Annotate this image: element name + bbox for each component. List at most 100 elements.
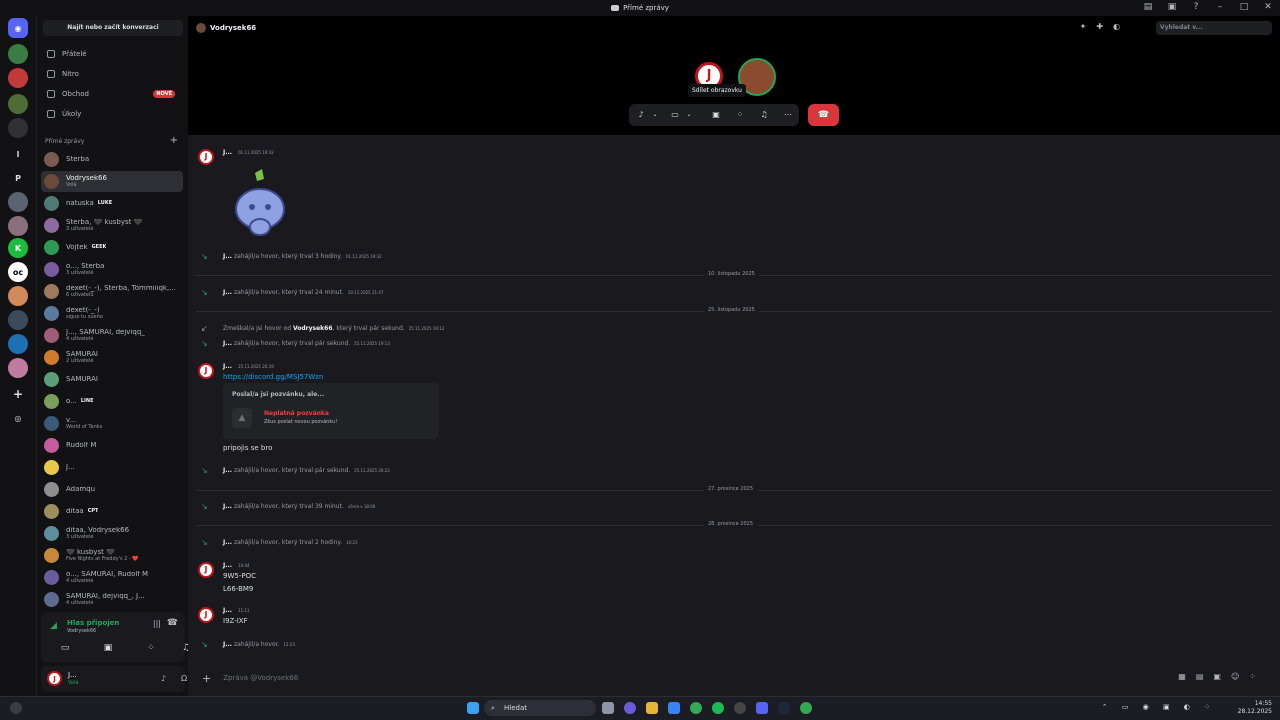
server-icon[interactable]: l (8, 144, 28, 164)
server-icon[interactable] (8, 192, 28, 212)
dm-item[interactable]: natuska LUKE (41, 193, 183, 214)
search-input[interactable]: Vyhledat v... (1156, 21, 1272, 35)
avatar[interactable]: J (198, 607, 214, 623)
store-icon[interactable] (668, 702, 680, 714)
voice-channel[interactable]: Vodrysek66 (67, 628, 96, 634)
spotify-icon[interactable] (712, 702, 724, 714)
explorer-icon[interactable] (646, 702, 658, 714)
message-author[interactable]: J... 01.11.2025 19:32 (223, 149, 274, 156)
more-icon[interactable]: ⋯ (781, 108, 795, 122)
dm-item[interactable]: ditaa, Vodrysek66 3 uživatelé (41, 523, 183, 544)
chevron-down-icon[interactable]: ⌄ (648, 108, 662, 122)
dm-item[interactable]: dexet(-_-) sigue tu sueño (41, 303, 183, 324)
camera-button[interactable]: ▭ (51, 640, 79, 656)
dm-item[interactable]: Rudolf M (41, 435, 183, 456)
activities-icon[interactable]: ⁘ (733, 108, 747, 122)
dm-item[interactable]: SAMURAI 2 uživatelé (41, 347, 183, 368)
start-icon[interactable] (467, 702, 479, 714)
dm-item[interactable]: Sterba (41, 149, 183, 170)
dm-item[interactable]: SAMURAI (41, 369, 183, 390)
message-author[interactable]: J... 11:11 (223, 607, 250, 614)
invite-link[interactable]: https://discord.gg/MSJ57Wzn (223, 373, 323, 381)
nav-shop[interactable]: Obchod NOVÉ (41, 85, 183, 103)
minimize-button[interactable]: – (1214, 2, 1226, 13)
dm-item[interactable]: SAMURAI, dejviqq_, J... 4 uživatelé (41, 589, 183, 610)
dm-item[interactable]: o..., SAMURAI, Rudolf M4 uživatelé (41, 567, 183, 588)
widgets-icon[interactable] (10, 702, 22, 714)
dm-item[interactable]: ditaa CPT (41, 501, 183, 522)
dm-item[interactable]: dexet(-_-), Sterba, Tommiiiqk,... 6 uživa… (41, 281, 183, 302)
tray-icons[interactable]: ⌃ ▭ ◉ ▣ ◐ ⁘ (1102, 703, 1216, 711)
discord-icon[interactable] (756, 702, 768, 714)
server-icon[interactable] (8, 68, 28, 88)
server-icon[interactable]: K (8, 238, 28, 258)
dm-item[interactable]: J... (41, 457, 183, 478)
chrome-icon[interactable] (690, 702, 702, 714)
attach-icon[interactable]: + (202, 672, 211, 685)
home-button[interactable]: ◉ (8, 18, 28, 38)
find-conversation-button[interactable]: Najít nebo začít konverzaci (43, 20, 183, 36)
server-icon[interactable] (8, 310, 28, 330)
server-icon[interactable] (8, 216, 28, 236)
mic-icon[interactable]: ♪ (161, 674, 166, 683)
server-icon[interactable] (8, 286, 28, 306)
hangup-button[interactable]: ☎ (808, 104, 839, 126)
task-view-icon[interactable] (602, 702, 614, 714)
server-icon[interactable]: P (8, 168, 28, 188)
copilot-icon[interactable] (624, 702, 636, 714)
avatar[interactable]: J (198, 363, 214, 379)
nav-nitro[interactable]: Nitro (41, 65, 183, 83)
update-icon[interactable]: ▣ (1166, 2, 1178, 13)
help-icon[interactable]: ? (1190, 2, 1202, 13)
server-icon[interactable] (8, 118, 28, 138)
pin-icon[interactable]: ✦ (1080, 22, 1087, 31)
message-author[interactable]: J... 25.11.2025 20:19 (223, 363, 274, 370)
headphones-icon[interactable]: Ω (181, 674, 187, 683)
chevron-down-icon[interactable]: ⌄ (682, 108, 696, 122)
activities-button[interactable]: ⁘ (137, 640, 165, 656)
dm-item[interactable]: o... LINE (41, 391, 183, 412)
message-input[interactable]: Zpráva @Vodrysek66 (223, 674, 298, 682)
nav-quests[interactable]: Úkoly (41, 105, 183, 123)
avatar[interactable]: J (47, 671, 62, 686)
dm-item[interactable]: Vojtek GEEK (41, 237, 183, 258)
profile-icon[interactable]: ◐ (1113, 22, 1120, 31)
taskbar-search[interactable]: ⌕ Hledat (484, 700, 596, 716)
noise-icon[interactable]: ||| (153, 619, 161, 628)
sticker[interactable] (230, 167, 290, 237)
chrome-icon[interactable] (800, 702, 812, 714)
dm-item[interactable]: Adamqu (41, 479, 183, 500)
maximize-button[interactable]: □ (1238, 2, 1250, 13)
dm-item[interactable]: o..., Sterba 3 uživatelé (41, 259, 183, 280)
add-server-icon[interactable]: + (8, 384, 28, 404)
server-icon[interactable] (8, 334, 28, 354)
screen-share-button[interactable]: ▣ (94, 640, 122, 656)
dm-item[interactable]: Vodrysek66 Volá (41, 171, 183, 192)
discover-icon[interactable]: ◎ (8, 408, 28, 428)
clock[interactable]: 14:55 28.12.2025 (1238, 700, 1272, 717)
create-dm-icon[interactable]: + (170, 135, 178, 146)
add-friends-icon[interactable]: ✚ (1096, 22, 1103, 31)
screen-share-icon[interactable]: ▣ (709, 108, 723, 122)
mic-icon[interactable]: ♪ (634, 108, 648, 122)
avatar[interactable]: J (198, 149, 214, 165)
dm-item[interactable]: 🖤 kusbyst 🖤 Five Nights at Freddy's 2 - ❤… (41, 545, 183, 566)
server-icon[interactable] (8, 94, 28, 114)
avatar[interactable]: J (198, 562, 214, 578)
inbox-icon[interactable]: ▤ (1142, 2, 1154, 13)
soundboard-icon[interactable]: ♫ (757, 108, 771, 122)
camera-icon[interactable]: ▭ (668, 108, 682, 122)
server-icon[interactable]: oc (8, 262, 28, 282)
dm-item[interactable]: v... World of Tanks (41, 413, 183, 434)
composer-tools[interactable]: ▦▤▣☺⁘ (1178, 672, 1266, 681)
steam-icon[interactable] (778, 702, 790, 714)
disconnect-icon[interactable]: ☎ (167, 618, 178, 628)
close-button[interactable]: ✕ (1262, 2, 1274, 13)
server-icon[interactable] (8, 358, 28, 378)
dm-item[interactable]: J..., SAMURAI, dejviqq_ 4 uživatelé (41, 325, 183, 346)
xbox-icon[interactable] (734, 702, 746, 714)
dm-item[interactable]: Sterba, 🖤 kusbyst 🖤 3 uživatelé (41, 215, 183, 236)
message-composer[interactable]: + Zpráva @Vodrysek66 ▦▤▣☺⁘ (196, 668, 1272, 688)
message-author[interactable]: J... 10:44 (223, 562, 250, 569)
nav-friends[interactable]: Přátelé (41, 45, 183, 63)
